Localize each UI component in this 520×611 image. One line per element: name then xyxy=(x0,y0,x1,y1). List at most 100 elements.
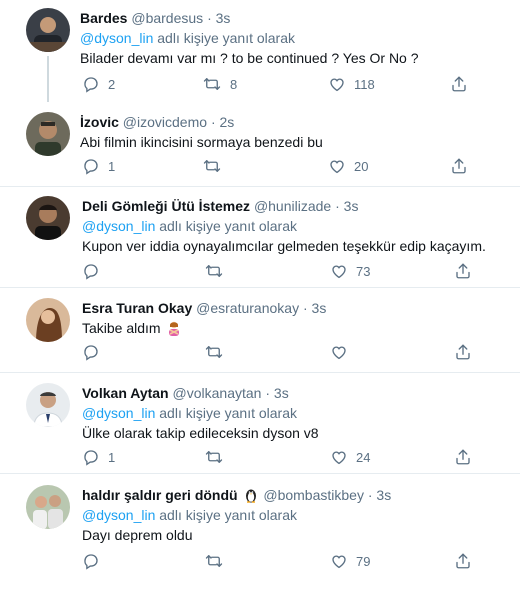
reply-count: 2 xyxy=(108,76,116,92)
reply-icon xyxy=(84,450,98,466)
user-handle[interactable]: @bombastikbey xyxy=(263,487,364,503)
separator-dot: · xyxy=(207,10,212,26)
reply-button[interactable]: 2 xyxy=(82,74,115,94)
user-handle[interactable]: @volkanaytan xyxy=(173,385,262,401)
tweet-header: Deli Gömleği Ütü İstemez @hunilizade · 3… xyxy=(82,197,358,215)
share-icon xyxy=(452,76,466,92)
reply-count: 1 xyxy=(108,449,116,465)
retweet-icon xyxy=(203,160,221,172)
like-button[interactable] xyxy=(330,342,356,362)
replying-to: @dyson_lin adlı kişiye yanıt olarak xyxy=(82,404,297,422)
retweet-icon xyxy=(205,451,223,463)
timestamp[interactable]: 3s xyxy=(312,300,327,316)
display-name[interactable]: haldır şaldır geri döndü xyxy=(82,487,238,503)
reply-button[interactable] xyxy=(82,261,108,281)
reply-count: 1 xyxy=(108,158,116,174)
avatar[interactable] xyxy=(26,112,70,156)
retweet-button[interactable] xyxy=(204,447,232,467)
tweet-hunilizade[interactable]: Deli Gömleği Ütü İstemez @hunilizade · 3… xyxy=(0,187,520,287)
reply-icon xyxy=(84,264,98,280)
like-button[interactable]: 24 xyxy=(330,447,370,467)
timestamp[interactable]: 3s xyxy=(274,385,289,401)
share-button[interactable] xyxy=(454,447,472,467)
penguin-emoji xyxy=(246,489,257,503)
like-icon xyxy=(330,78,344,92)
display-name[interactable]: İzovic xyxy=(80,114,119,130)
like-count: 79 xyxy=(356,553,371,569)
share-icon xyxy=(456,263,470,279)
separator-dot: · xyxy=(302,300,308,316)
share-button[interactable] xyxy=(454,261,472,281)
user-handle[interactable]: @bardesus xyxy=(131,10,203,26)
separator-dot: · xyxy=(335,198,340,214)
like-button[interactable]: 118 xyxy=(328,74,375,94)
tweet-text: Bilader devamı var mı ? to be continued … xyxy=(80,50,419,66)
retweet-button[interactable] xyxy=(204,342,232,362)
share-button[interactable] xyxy=(450,74,468,94)
reply-button[interactable] xyxy=(82,551,108,571)
like-button[interactable]: 73 xyxy=(330,261,370,281)
like-icon xyxy=(332,555,346,569)
reply-prefix-text: adlı kişiye yanıt olarak xyxy=(159,405,297,421)
retweet-button[interactable] xyxy=(204,551,232,571)
retweet-button[interactable] xyxy=(204,261,232,281)
user-handle[interactable]: @hunilizade xyxy=(254,198,331,214)
user-handle[interactable]: @izovicdemo xyxy=(123,114,207,130)
mention-link[interactable]: @dyson_lin xyxy=(82,405,155,421)
replying-to: @dyson_lin adlı kişiye yanıt olarak xyxy=(82,217,297,235)
share-icon xyxy=(452,158,466,174)
reply-button[interactable] xyxy=(82,342,108,362)
like-icon xyxy=(332,265,346,279)
retweet-icon xyxy=(203,78,221,90)
mention-link[interactable]: @dyson_lin xyxy=(80,30,153,46)
tweet-esraturanokay[interactable]: Esra Turan Okay @esraturanokay · 3s Taki… xyxy=(0,288,520,372)
reply-button[interactable]: 1 xyxy=(82,156,115,176)
reply-icon xyxy=(84,345,98,361)
reply-button[interactable]: 1 xyxy=(82,447,115,467)
retweet-icon xyxy=(205,346,223,358)
share-icon xyxy=(456,449,470,465)
like-button[interactable]: 20 xyxy=(328,156,368,176)
like-icon xyxy=(330,160,344,174)
like-button[interactable]: 79 xyxy=(330,551,370,571)
reply-prefix-text: adlı kişiye yanıt olarak xyxy=(159,507,297,523)
display-name[interactable]: Deli Gömleği Ütü İstemez xyxy=(82,198,250,214)
avatar[interactable] xyxy=(26,8,70,52)
tweet-text: Ülke olarak takip edileceksin dyson v8 xyxy=(82,425,319,441)
tweet-bombastikbey[interactable]: haldır şaldır geri döndü @bombastikbey ·… xyxy=(0,474,520,594)
share-icon xyxy=(456,553,470,569)
tweet-text: Takibe aldım xyxy=(82,320,161,336)
display-name[interactable]: Bardes xyxy=(80,10,127,26)
avatar[interactable] xyxy=(26,196,70,240)
avatar[interactable] xyxy=(26,298,70,342)
replying-to: @dyson_lin adlı kişiye yanıt olarak xyxy=(80,29,295,47)
timestamp[interactable]: 2s xyxy=(220,114,235,130)
tweet-bardes[interactable]: Bardes @bardesus · 3s @dyson_lin adlı ki… xyxy=(0,0,520,106)
tweet-header: İzovic @izovicdemo · 2s xyxy=(80,113,234,131)
timestamp[interactable]: 3s xyxy=(344,198,359,214)
replying-to: @dyson_lin adlı kişiye yanıt olarak xyxy=(82,506,297,524)
share-icon xyxy=(456,344,470,360)
timestamp[interactable]: 3s xyxy=(216,10,231,26)
retweet-icon xyxy=(205,265,223,277)
display-name[interactable]: Volkan Aytan xyxy=(82,385,169,401)
tweet-text: Dayı deprem oldu xyxy=(82,527,193,543)
avatar[interactable] xyxy=(26,485,70,529)
share-button[interactable] xyxy=(454,551,472,571)
display-name[interactable]: Esra Turan Okay xyxy=(82,300,192,316)
mention-link[interactable]: @dyson_lin xyxy=(82,507,155,523)
timestamp[interactable]: 3s xyxy=(376,487,391,503)
thread-line xyxy=(47,56,49,102)
retweet-button[interactable] xyxy=(202,156,230,176)
tweet-text: Kupon ver iddia oynayalımcılar gelmeden … xyxy=(82,238,486,254)
like-icon xyxy=(332,451,346,465)
share-button[interactable] xyxy=(454,342,472,362)
user-handle[interactable]: @esraturanokay xyxy=(196,300,299,316)
tweet-volkanaytan[interactable]: Volkan Aytan @volkanaytan · 3s @dyson_li… xyxy=(0,373,520,473)
mention-link[interactable]: @dyson_lin xyxy=(82,218,155,234)
retweet-button[interactable]: 8 xyxy=(202,74,237,94)
like-count: 20 xyxy=(354,158,369,174)
avatar[interactable] xyxy=(26,383,70,427)
share-button[interactable] xyxy=(450,156,468,176)
tweet-izovic[interactable]: İzovic @izovicdemo · 2s Abi filmin ikinc… xyxy=(0,106,520,186)
